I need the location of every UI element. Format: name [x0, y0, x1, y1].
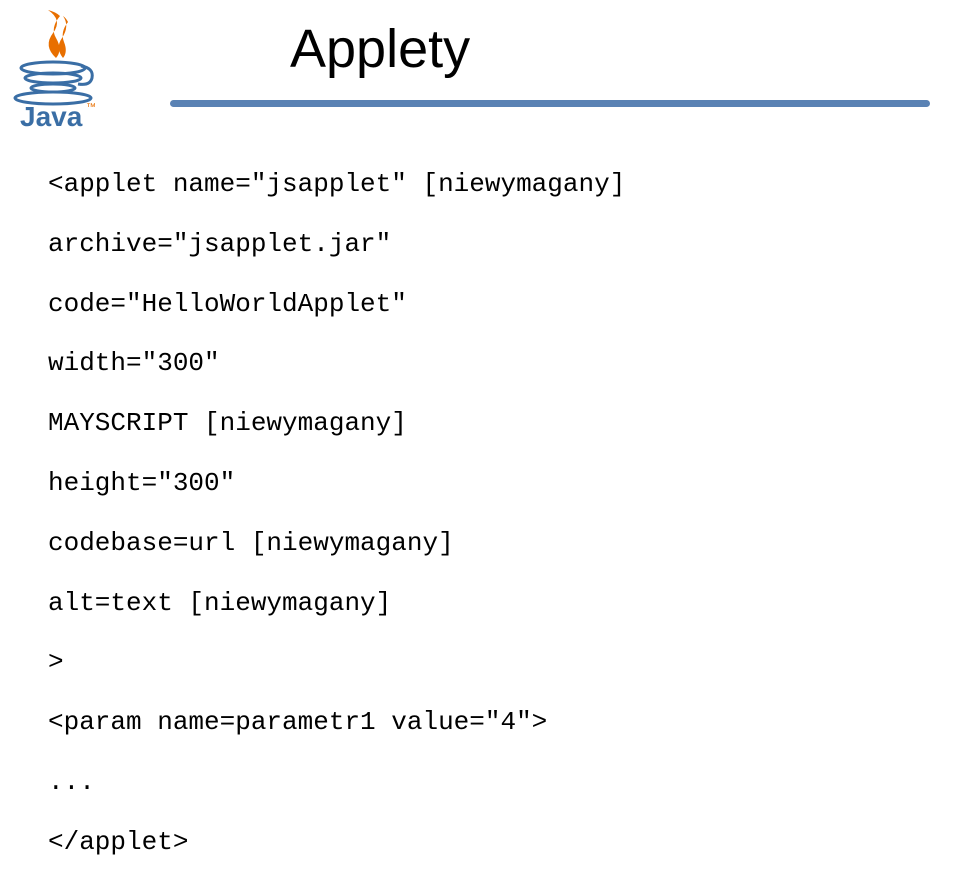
page-title: Applety [290, 18, 470, 80]
java-logo-svg: Java ™ [8, 8, 103, 136]
code-line: ... [48, 767, 95, 797]
code-line: <param name=parametr1 value="4"> [48, 707, 547, 737]
code-line: codebase=url [niewymagany] [48, 528, 454, 558]
code-line: <applet name="jsapplet" [niewymagany] [48, 169, 625, 199]
svg-text:Java: Java [20, 101, 83, 132]
code-line: code="HelloWorldApplet" [48, 289, 407, 319]
svg-text:™: ™ [86, 102, 96, 113]
code-line: alt=text [niewymagany] [48, 588, 391, 618]
code-line: width="300" [48, 348, 220, 378]
code-block: <applet name="jsapplet" [niewymagany] ar… [48, 155, 625, 873]
code-line: archive="jsapplet.jar" [48, 229, 391, 259]
code-line: height="300" [48, 468, 235, 498]
title-underline [170, 100, 930, 107]
java-logo: Java ™ [8, 8, 103, 136]
code-line: MAYSCRIPT [niewymagany] [48, 408, 407, 438]
code-line: > [48, 647, 64, 677]
code-line: </applet> [48, 827, 188, 857]
